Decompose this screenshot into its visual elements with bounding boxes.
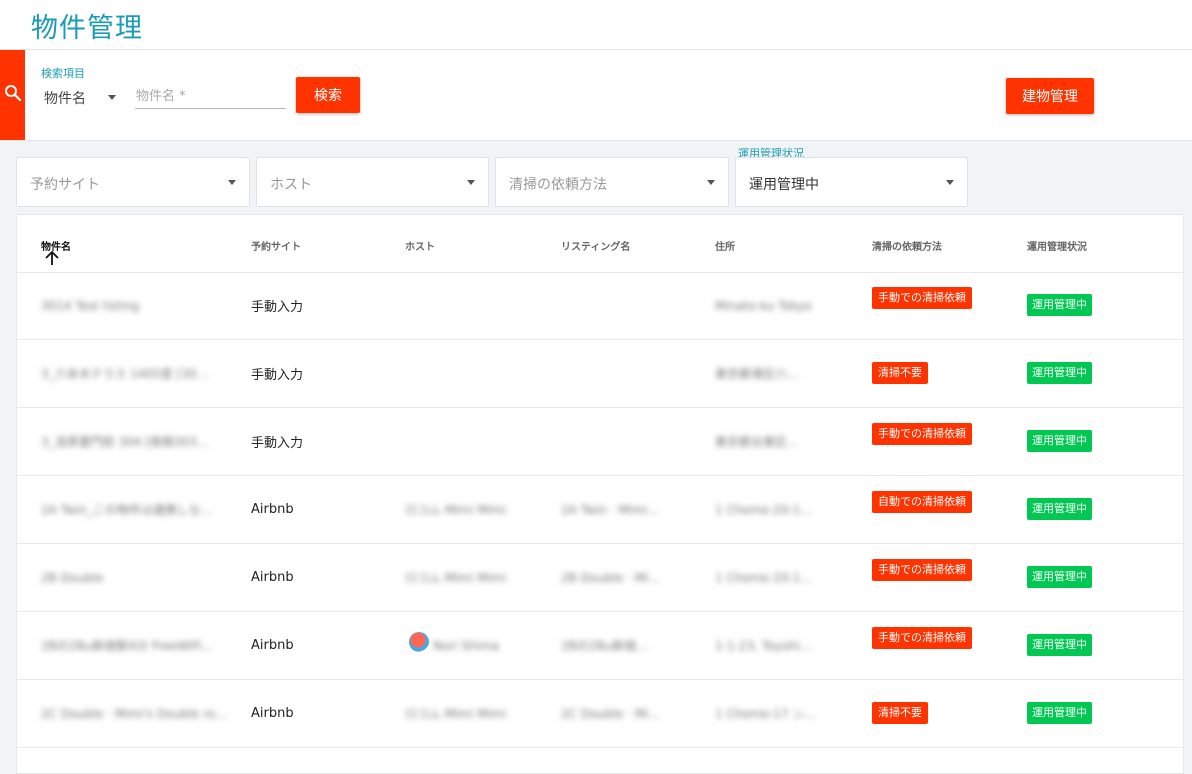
listing-cell: 2A Twin · Mimi… (561, 502, 659, 517)
search-tab[interactable] (0, 50, 25, 140)
property-name-cell[interactable]: 2A Twin_この物件は連携しな… (41, 476, 231, 543)
search-field-value: 物件名 (44, 91, 86, 107)
table-row[interactable]: 2C Double · Mimi's Double ro… Airbnb ロコム… (17, 680, 1183, 748)
property-name-search-input[interactable] (135, 84, 286, 109)
cleaning-method-badge: 自動での清掃依頼 (872, 491, 972, 513)
search-field-select[interactable]: 物件名 (44, 87, 120, 109)
property-name-cell[interactable]: 2Bの2Bu新宿駅4分 FreeWiFi… (41, 612, 231, 679)
status-badge: 運用管理中 (1027, 498, 1092, 520)
table-row[interactable]: 3014 Test listing 手動入力 Minato-ku Tokyo 手… (17, 272, 1183, 340)
cleaning-method-badge: 清掃不要 (872, 362, 928, 384)
address-cell: 1-1-23, Toyohi… (715, 638, 812, 653)
host-filter[interactable]: ホスト (256, 157, 489, 207)
column-header-listing[interactable]: リスティング名 (561, 238, 630, 253)
table-row[interactable]: 3_浅草雷門前 304 [南側303… 手動入力 東京都台東区… 手動での清掃依… (17, 408, 1183, 476)
property-table: 物件名 予約サイト ホスト リスティング名 住所 清掃の依頼方法 運用管理状況 … (16, 214, 1184, 774)
status-badge: 運用管理中 (1027, 430, 1092, 452)
table-row[interactable]: 2B Double Airbnb ロコム Mimi Mimi 2B Double… (17, 544, 1183, 612)
cleaning-method-badge: 手動での清掃依頼 (872, 627, 972, 649)
host-placeholder: ホスト (270, 177, 312, 193)
cleaning-method-badge: 清掃不要 (872, 702, 928, 724)
table-header: 物件名 予約サイト ホスト リスティング名 住所 清掃の依頼方法 運用管理状況 (17, 215, 1183, 273)
column-header-site[interactable]: 予約サイト (251, 238, 301, 253)
column-header-host[interactable]: ホスト (405, 238, 435, 253)
site-cell: Airbnb (251, 638, 294, 653)
search-field-label: 検索項目 (41, 67, 85, 80)
search-icon (4, 84, 22, 106)
table-row[interactable]: 2A Twin_この物件は連携しな… Airbnb ロコム Mimi Mimi … (17, 476, 1183, 544)
cleaning-method-placeholder: 清掃の依頼方法 (509, 177, 607, 193)
cleaning-method-badge: 手動での清掃依頼 (872, 559, 972, 581)
host-cell: ロコム Mimi Mimi (405, 503, 505, 517)
page-title: 物件管理 (31, 13, 143, 44)
address-cell: 1 Chome-20-1… (715, 570, 813, 585)
column-header-cleaning[interactable]: 清掃の依頼方法 (872, 238, 942, 253)
page-header: 物件管理 (0, 0, 1192, 50)
listing-cell: 2C Double · Mi… (561, 706, 661, 721)
host-cell: Nori Shima (433, 638, 499, 653)
status-badge: 運用管理中 (1027, 702, 1092, 724)
address-cell: 東京都台東区… (715, 435, 800, 449)
address-cell: Minato-ku Tokyo (715, 298, 812, 313)
site-cell: Airbnb (251, 706, 294, 721)
address-cell: 東京都港区六… (715, 367, 800, 381)
status-badge: 運用管理中 (1027, 634, 1092, 656)
address-cell: 1 Chome-20-1… (715, 502, 813, 517)
chevron-down-icon (946, 180, 954, 185)
chevron-down-icon (228, 180, 236, 185)
status-badge: 運用管理中 (1027, 362, 1092, 384)
status-badge: 運用管理中 (1027, 566, 1092, 588)
operation-status-filter[interactable]: 運用管理中 (735, 157, 968, 207)
listing-cell: 2B Double · Mi… (561, 570, 661, 585)
property-name-cell[interactable]: 3_浅草雷門前 304 [南側303… (41, 408, 231, 475)
property-name-cell[interactable]: 2B Double (41, 544, 231, 611)
avatar (409, 632, 429, 652)
address-cell: 1 Chome-17 ン… (715, 707, 815, 721)
property-name-cell[interactable]: 3_六本木テラス 1405室 [30… (41, 340, 231, 407)
site-cell: 手動入力 (251, 368, 304, 383)
reservation-site-filter[interactable]: 予約サイト (16, 157, 250, 207)
chevron-down-icon (467, 180, 475, 185)
site-cell: 手動入力 (251, 300, 304, 315)
chevron-down-icon (707, 180, 715, 185)
site-cell: 手動入力 (251, 436, 304, 451)
search-bar: 検索項目 物件名 検索 建物管理 (0, 50, 1192, 141)
property-name-cell[interactable]: 2C Double · Mimi's Double ro… (41, 680, 231, 747)
host-cell: ロコム Mimi Mimi (405, 571, 505, 585)
site-cell: Airbnb (251, 502, 294, 517)
host-cell: ロコム Mimi Mimi (405, 707, 505, 721)
property-name-cell[interactable]: 3014 Test listing (41, 272, 231, 339)
chevron-down-icon (108, 95, 116, 100)
status-badge: 運用管理中 (1027, 294, 1092, 316)
column-header-status[interactable]: 運用管理状況 (1027, 238, 1087, 253)
operation-status-value: 運用管理中 (749, 177, 819, 193)
table-row[interactable]: 3_六本木テラス 1405室 [30… 手動入力 東京都港区六… 清掃不要 運用… (17, 340, 1183, 408)
column-header-address[interactable]: 住所 (715, 238, 735, 253)
reservation-site-placeholder: 予約サイト (30, 177, 100, 193)
building-management-button[interactable]: 建物管理 (1006, 78, 1094, 114)
table-row[interactable]: 2Bの2Bu新宿駅4分 FreeWiFi… Airbnb Nori Shima … (17, 612, 1183, 680)
cleaning-method-badge: 手動での清掃依頼 (872, 423, 972, 445)
cleaning-method-filter[interactable]: 清掃の依頼方法 (495, 157, 729, 207)
listing-cell: 2Bの2Bu新宿… (561, 639, 649, 653)
site-cell: Airbnb (251, 570, 294, 585)
search-button[interactable]: 検索 (296, 77, 360, 113)
cleaning-method-badge: 手動での清掃依頼 (872, 287, 972, 309)
arrow-up-icon[interactable] (44, 250, 60, 270)
